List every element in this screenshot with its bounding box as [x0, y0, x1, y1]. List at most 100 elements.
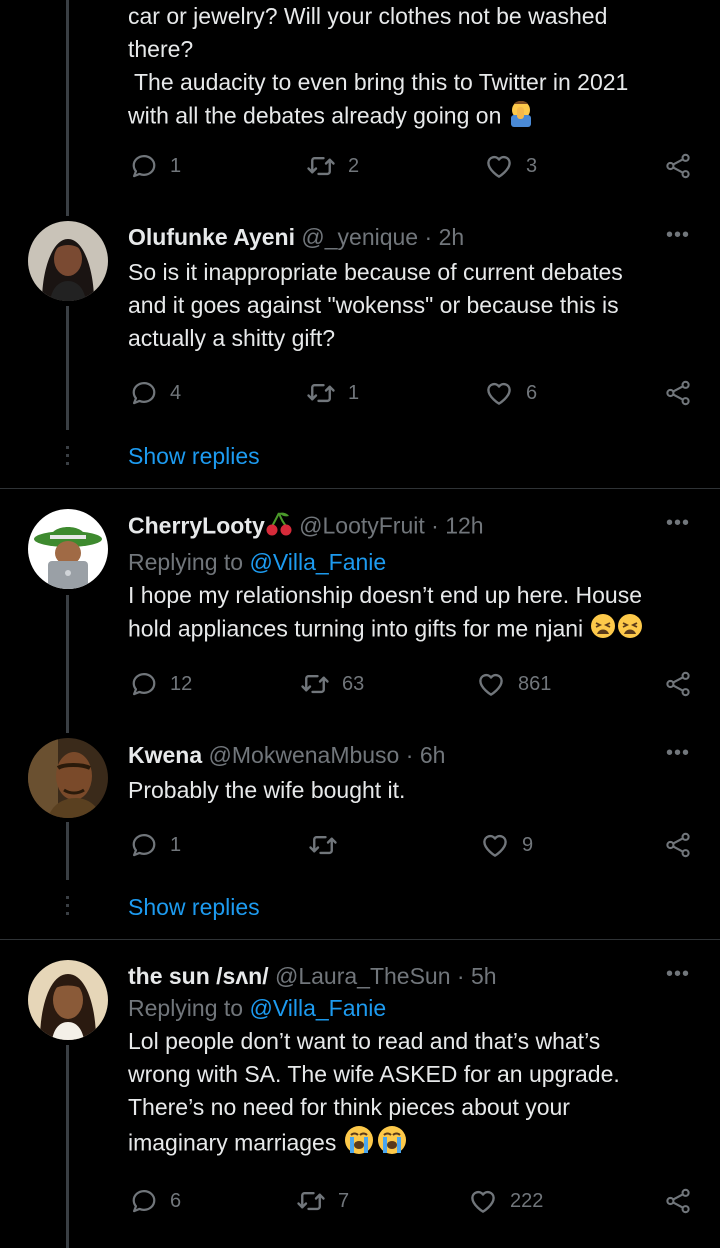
more-options-icon[interactable]: ••• — [666, 512, 690, 535]
username[interactable]: @_yenique — [301, 224, 418, 250]
heart-icon — [484, 151, 514, 181]
separator-dot: · — [456, 963, 465, 989]
share-button[interactable] — [664, 148, 692, 184]
avatar-the-sun[interactable] — [28, 960, 108, 1040]
tweet-text-line: there? — [128, 36, 194, 62]
heart-icon — [480, 830, 510, 860]
heart-icon — [484, 378, 514, 408]
tweet-text: Probably the wife bought it. — [128, 774, 700, 807]
timestamp[interactable]: 12h — [445, 513, 483, 539]
display-name[interactable]: Kwena — [128, 742, 202, 768]
tweet-text-line: wrong with SA. The wife ASKED for an upg… — [128, 1061, 620, 1087]
share-nodes-icon — [664, 670, 692, 698]
speech-bubble-icon — [130, 670, 158, 698]
like-button[interactable]: 861 — [476, 666, 551, 702]
thread-line — [66, 1045, 69, 1248]
tweet-text: So is it inappropriate because of curren… — [128, 256, 700, 355]
retweet-arrows-icon — [308, 830, 338, 860]
facepalm-emoji-icon — [508, 99, 534, 136]
retweet-button[interactable]: 7 — [296, 1183, 349, 1219]
like-count: 3 — [526, 154, 538, 177]
replying-to-handle-link[interactable]: @Villa_Fanie — [249, 549, 386, 575]
separator-dot: · — [405, 742, 414, 768]
thread-line — [66, 306, 69, 430]
share-button[interactable] — [664, 827, 692, 863]
share-button[interactable] — [664, 375, 692, 411]
thread-line — [66, 0, 69, 216]
replying-to-label: Replying to — [128, 995, 244, 1021]
heart-icon — [476, 669, 506, 699]
reply-count: 12 — [170, 672, 193, 695]
tweet-header: CherryLooty @LootyFruit · 12h — [128, 510, 700, 545]
reply-button[interactable]: 1 — [130, 148, 181, 184]
tweet[interactable]: the sun /sʌn/ @Laura_TheSun · 5h ••• Rep… — [128, 961, 700, 1165]
tweet-actions: 12 63 861 — [128, 666, 698, 702]
reply-button[interactable]: 4 — [130, 375, 181, 411]
tweet-text-line: So is it inappropriate because of curren… — [128, 259, 623, 285]
like-button[interactable]: 222 — [468, 1183, 543, 1219]
more-options-icon[interactable]: ••• — [666, 963, 690, 986]
show-replies-link[interactable]: Show replies — [128, 894, 260, 921]
tweet-text-line: actually a shitty gift? — [128, 325, 336, 351]
tweet-text-line: Lol people don’t want to read and that’s… — [128, 1028, 601, 1054]
separator-dot: · — [424, 224, 433, 250]
share-nodes-icon — [664, 379, 692, 407]
tweet-header: the sun /sʌn/ @Laura_TheSun · 5h — [128, 961, 700, 991]
reply-button[interactable]: 12 — [130, 666, 192, 702]
tweet-actions: 4 1 6 — [128, 375, 698, 411]
reply-count: 1 — [170, 154, 182, 177]
timestamp[interactable]: 5h — [471, 963, 497, 989]
avatar-olufunke[interactable] — [28, 221, 108, 301]
timestamp[interactable]: 6h — [420, 742, 446, 768]
retweet-count: 7 — [338, 1189, 350, 1212]
replying-to-label: Replying to — [128, 549, 244, 575]
retweet-button[interactable]: 63 — [300, 666, 364, 702]
speech-bubble-icon — [130, 831, 158, 859]
username[interactable]: @Laura_TheSun — [275, 963, 451, 989]
reply-count: 6 — [170, 1189, 182, 1212]
tweet[interactable]: Olufunke Ayeni @_yenique · 2h ••• So is … — [128, 222, 700, 355]
share-button[interactable] — [664, 1183, 692, 1219]
thread-line — [66, 595, 69, 733]
display-name[interactable]: Olufunke Ayeni — [128, 224, 295, 250]
like-button[interactable]: 6 — [484, 375, 537, 411]
like-count: 6 — [526, 381, 538, 404]
avatar-cherrylooty[interactable] — [28, 509, 108, 589]
retweet-arrows-icon — [296, 1186, 326, 1216]
tweet[interactable]: CherryLooty @LootyFruit · 12h ••• Replyi… — [128, 510, 700, 649]
tweet-text-line: hold appliances turning into gifts for m… — [128, 615, 584, 642]
cherries-emoji-icon — [265, 510, 293, 545]
more-options-icon[interactable]: ••• — [666, 224, 690, 247]
username[interactable]: @LootyFruit — [299, 513, 425, 539]
tweet-text-line: There’s no need for think pieces about y… — [128, 1094, 570, 1120]
tweet-actions: 1 9 — [128, 827, 698, 863]
replying-to-handle-link[interactable]: @Villa_Fanie — [249, 995, 386, 1021]
tweet-text-line: imaginary marriages — [128, 1129, 337, 1156]
share-button[interactable] — [664, 666, 692, 702]
tweet-header: Olufunke Ayeni @_yenique · 2h — [128, 222, 700, 252]
username[interactable]: @MokwenaMbuso — [209, 742, 400, 768]
like-count: 861 — [518, 672, 552, 695]
tweet[interactable]: Kwena @MokwenaMbuso · 6h ••• Probably th… — [128, 740, 700, 807]
retweet-button[interactable]: 1 — [306, 375, 359, 411]
like-button[interactable]: 3 — [484, 148, 537, 184]
timestamp[interactable]: 2h — [439, 224, 465, 250]
retweet-arrows-icon — [306, 378, 336, 408]
more-options-icon[interactable]: ••• — [666, 742, 690, 765]
display-name[interactable]: the sun /sʌn/ — [128, 963, 269, 989]
thread-dots — [66, 446, 69, 470]
show-replies-link[interactable]: Show replies — [128, 443, 260, 470]
avatar-kwena[interactable] — [28, 738, 108, 818]
tweet-continued[interactable]: car or jewelry? Will your clothes not be… — [128, 0, 700, 136]
like-button[interactable]: 9 — [480, 827, 533, 863]
tweet-actions: 6 7 222 — [128, 1183, 698, 1219]
speech-bubble-icon — [130, 379, 158, 407]
display-name[interactable]: CherryLooty — [128, 513, 265, 539]
thread-line — [66, 822, 69, 880]
tweet-header: Kwena @MokwenaMbuso · 6h — [128, 740, 700, 770]
retweet-button[interactable] — [308, 827, 350, 863]
reply-button[interactable]: 1 — [130, 827, 181, 863]
tweet-text: car or jewelry? Will your clothes not be… — [128, 0, 700, 136]
retweet-button[interactable]: 2 — [306, 148, 359, 184]
reply-button[interactable]: 6 — [130, 1183, 181, 1219]
